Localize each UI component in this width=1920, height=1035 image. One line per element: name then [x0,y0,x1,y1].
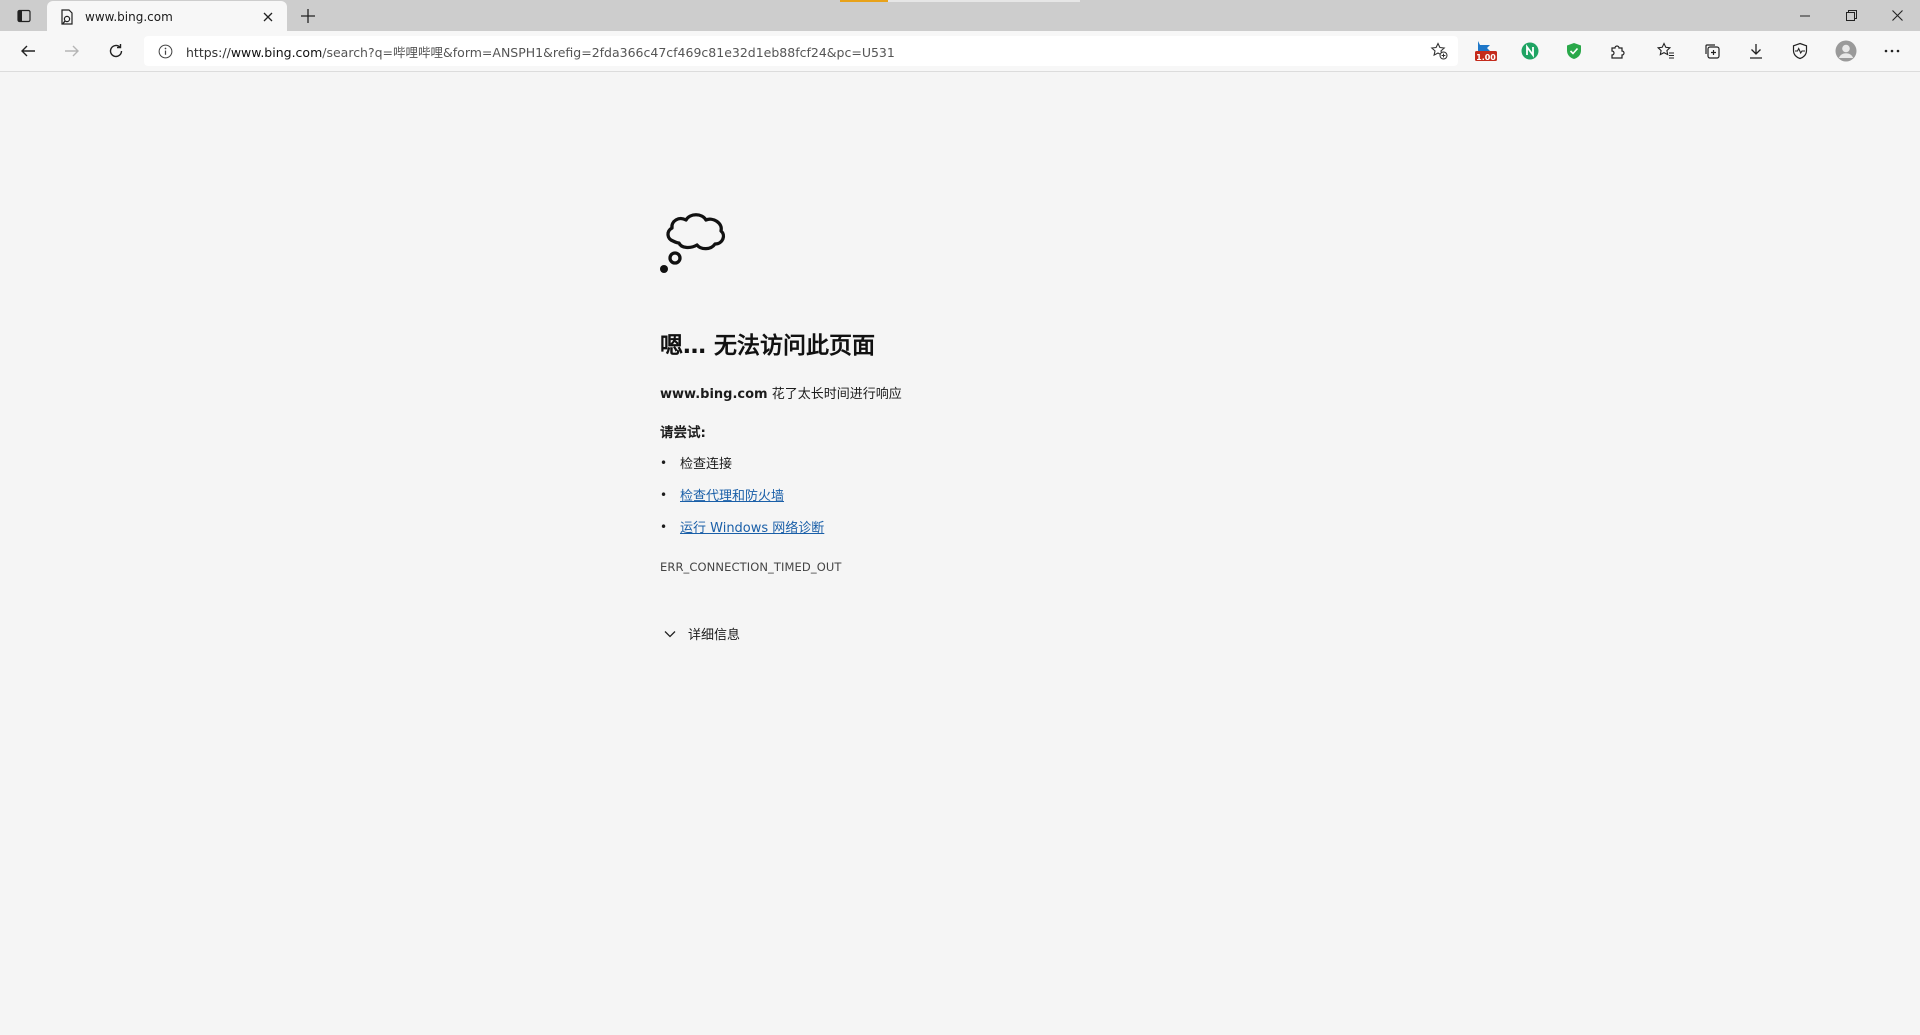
puzzle-icon [1611,45,1625,59]
bullet: • [660,519,668,534]
extension-badge-button[interactable]: 1.00 [1472,38,1500,64]
bullet: • [660,455,668,470]
suggestion-network-diagnostics-link[interactable]: 运行 Windows 网络诊断 [680,517,824,536]
minimize-icon [1800,15,1810,16]
chevron-down-icon [660,626,680,642]
title-bar: www.bing.com [0,0,1920,32]
document-icon [59,8,75,25]
browser-toolbar: https://www.bing.com/search?q=哔哩哔哩&form=… [0,31,1920,72]
info-icon[interactable] [156,42,174,60]
error-message-text: 花了太长时间进行响应 [767,387,902,402]
thought-cloud-icon [660,213,726,273]
minimize-button[interactable] [1782,0,1828,31]
tab-title: www.bing.com [85,9,173,24]
url-text[interactable]: https://www.bing.com/search?q=哔哩哔哩&form=… [186,42,895,61]
restore-icon [1845,10,1857,21]
page-content: 嗯… 无法访问此页面 www.bing.com 花了太长时间进行响应 请尝试: … [0,72,1920,1035]
tab-actions-button[interactable] [10,5,38,27]
loading-track [888,0,1080,2]
close-icon [1891,10,1903,21]
window-close-button[interactable] [1874,0,1920,31]
settings-more-button[interactable] [1878,38,1906,64]
collections-icon [1705,44,1720,59]
restore-button[interactable] [1828,0,1874,31]
download-icon [1750,44,1762,59]
favorites-icon [1657,42,1674,59]
forward-button[interactable] [57,37,87,65]
profile-button[interactable] [1832,38,1860,64]
browser-essentials-button[interactable] [1786,38,1814,64]
details-label: 详细信息 [688,628,741,643]
refresh-button[interactable] [101,37,131,65]
loading-indicator [840,0,888,2]
address-bar[interactable]: https://www.bing.com/search?q=哔哩哔哩&form=… [144,36,1458,66]
favorites-button[interactable] [1652,38,1680,64]
tab-actions-icon [17,9,31,23]
close-icon [263,12,273,21]
suggestion-item: • 运行 Windows 网络诊断 [660,517,824,537]
suggestion-item: • 检查连接 [660,453,733,473]
suggestion-proxy-firewall-link[interactable]: 检查代理和防火墙 [680,485,784,504]
extension-badge-label: 1.00 [1476,53,1496,62]
green-extension-button[interactable] [1516,38,1544,64]
tab-close-button[interactable] [259,8,277,26]
plus-icon [301,9,315,23]
shield-icon [1567,43,1581,59]
shield-extension-button[interactable] [1560,38,1588,64]
collections-button[interactable] [1698,38,1726,64]
url-path: /search?q=哔哩哔哩&form=ANSPH1&refig=2fda366… [322,44,895,60]
arrow-left-icon [21,45,35,57]
url-host: www.bing.com [230,44,323,60]
new-tab-button[interactable] [295,4,321,28]
avatar-icon [1835,40,1857,62]
suggestion-check-connection: 检查连接 [680,457,733,472]
downloads-button[interactable] [1742,38,1770,64]
error-message: www.bing.com 花了太长时间进行响应 [660,383,902,402]
n-logo-icon [1521,42,1539,60]
bullet: • [660,487,668,502]
more-icon [1884,49,1900,53]
error-title: 嗯… 无法访问此页面 [660,333,876,359]
error-code: ERR_CONNECTION_TIMED_OUT [660,560,842,574]
back-button[interactable] [13,37,43,65]
browser-tab[interactable]: www.bing.com [47,1,287,32]
details-button[interactable]: 详细信息 [660,624,740,643]
arrow-right-icon [65,45,79,57]
suggestion-item: • 检查代理和防火墙 [660,485,784,505]
add-favorite-icon[interactable] [1430,42,1448,60]
heartbeat-shield-icon [1792,42,1808,60]
refresh-icon [109,44,123,58]
extensions-button[interactable] [1604,38,1632,64]
try-label: 请尝试: [660,425,706,441]
error-host: www.bing.com [660,387,768,402]
url-scheme: https:// [186,44,231,60]
